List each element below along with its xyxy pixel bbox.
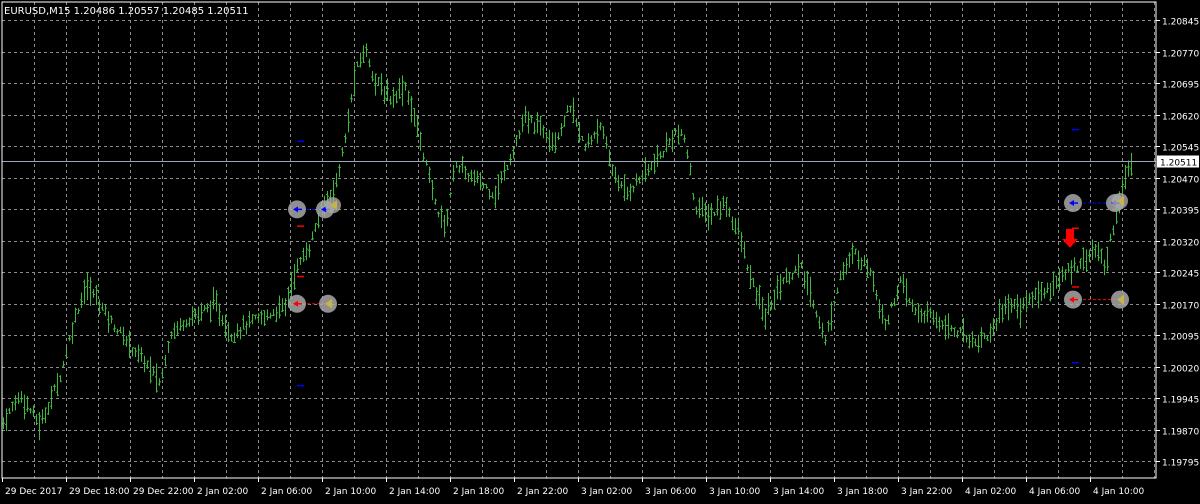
trade-open-marker[interactable] (1064, 194, 1082, 213)
x-tick-label: 3 Jan 02:00 (581, 487, 633, 497)
current-price-label: 1.20511 (1160, 159, 1197, 169)
x-tick-label: 2 Jan 10:00 (325, 487, 377, 497)
x-tick-label: 4 Jan 02:00 (965, 487, 1017, 497)
trade-exit-flag[interactable] (1112, 192, 1128, 209)
x-tick-label: 4 Jan 06:00 (1029, 487, 1081, 497)
x-tick-label: 29 Dec 18:00 (69, 487, 130, 497)
y-tick-label: 1.20695 (1162, 81, 1199, 91)
y-tick-label: 1.20395 (1162, 207, 1199, 217)
x-tick-label: 2 Jan 14:00 (389, 487, 441, 497)
x-tick-label: 2 Jan 18:00 (453, 487, 505, 497)
trade-open-marker[interactable] (288, 294, 306, 313)
trade-open-marker[interactable] (288, 200, 306, 219)
price-chart[interactable]: 1.20845 1.20770 1.20695 1.20620 1.20545 1.204… (0, 0, 1200, 500)
y-tick-label: 1.19945 (1162, 396, 1199, 406)
y-tick-label: 1.20470 (1162, 176, 1199, 186)
y-tick-label: 1.20845 (1162, 18, 1199, 28)
x-tick-label: 3 Jan 14:00 (773, 487, 825, 497)
chart-background (0, 0, 1200, 500)
x-tick-label: 2 Jan 22:00 (517, 487, 569, 497)
trade-close-marker[interactable] (319, 294, 337, 313)
y-tick-label: 1.20095 (1162, 333, 1199, 343)
trade-close-marker[interactable] (1111, 290, 1129, 309)
x-tick-label: 2 Jan 06:00 (261, 487, 313, 497)
y-tick-label: 1.19870 (1162, 428, 1199, 438)
y-tick-label: 1.20245 (1162, 270, 1199, 280)
trade-exit-flag[interactable] (325, 197, 341, 214)
x-tick-label: 3 Jan 10:00 (709, 487, 761, 497)
y-tick-label: 1.20320 (1162, 239, 1199, 249)
trade-open-marker[interactable] (1064, 290, 1082, 309)
y-tick-label: 1.20545 (1162, 144, 1199, 154)
chart-area[interactable]: 1.20845 1.20770 1.20695 1.20620 1.20545 1.204… (0, 0, 1200, 500)
y-tick-label: 1.19795 (1162, 459, 1199, 469)
y-tick-label: 1.20170 (1162, 302, 1199, 312)
x-tick-label: 4 Jan 10:00 (1093, 487, 1145, 497)
x-tick-label: 3 Jan 06:00 (645, 487, 697, 497)
x-tick-label: 29 Dec 2017 (5, 487, 63, 497)
x-tick-label: 2 Jan 02:00 (197, 487, 249, 497)
y-tick-label: 1.20770 (1162, 50, 1199, 60)
y-tick-label: 1.20620 (1162, 113, 1199, 123)
symbol-info: EURUSD,M15 1.20486 1.20557 1.20485 1.205… (4, 6, 249, 17)
y-tick-label: 1.20020 (1162, 365, 1199, 375)
x-tick-label: 29 Dec 22:00 (133, 487, 194, 497)
x-tick-label: 3 Jan 22:00 (901, 487, 953, 497)
x-tick-label: 3 Jan 18:00 (837, 487, 889, 497)
